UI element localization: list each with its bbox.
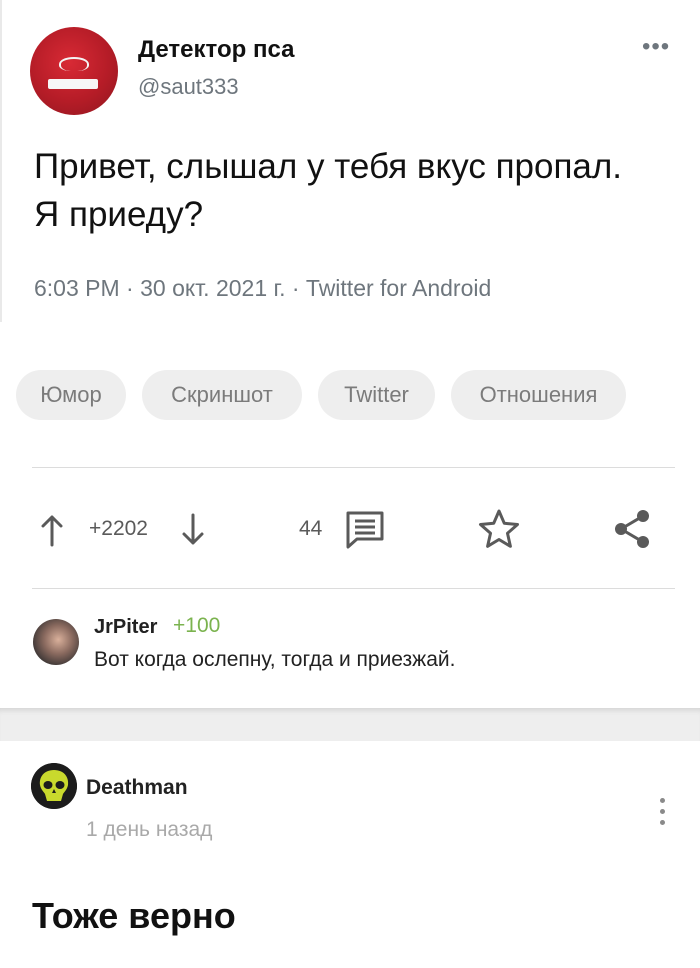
divider <box>32 467 675 468</box>
avatar[interactable] <box>33 619 79 665</box>
tag-relationships[interactable]: Отношения <box>451 370 626 420</box>
more-vertical-icon[interactable] <box>656 798 672 831</box>
post-author[interactable]: Deathman <box>86 776 188 800</box>
tweet-edge <box>0 0 2 322</box>
comments-count: 44 <box>299 517 323 540</box>
comment-icon[interactable] <box>345 510 385 550</box>
tweet-meta: 6:03 PM · 30 окт. 2021 г. · Twitter for … <box>34 275 492 301</box>
tag-twitter[interactable]: Twitter <box>318 370 435 420</box>
star-icon[interactable] <box>478 508 520 550</box>
post-rating: +2202 <box>89 517 148 540</box>
tweet-screenshot: Детектор пса @saut333 ••• Привет, слышал… <box>0 0 700 322</box>
comment-rating: +100 <box>173 614 221 637</box>
skull-avatar-icon[interactable] <box>31 763 77 809</box>
divider <box>32 588 675 589</box>
arrow-down-icon[interactable] <box>181 513 205 547</box>
tweet-avatar <box>30 27 118 115</box>
tweet-more-icon: ••• <box>642 33 671 60</box>
tweet-text: Привет, слышал у тебя вкус пропал. Я при… <box>34 147 623 234</box>
puma-logo-icon <box>59 57 89 71</box>
tag-screenshot[interactable]: Скриншот <box>142 370 302 420</box>
tag-humor[interactable]: Юмор <box>16 370 126 420</box>
share-icon[interactable] <box>612 508 652 550</box>
post-time: 1 день назад <box>86 818 213 841</box>
post-separator <box>0 708 700 741</box>
tweet-handle: @saut333 <box>138 74 239 99</box>
tweet-display-name: Детектор пса <box>138 36 295 63</box>
comment-text: Вот когда ослепну, тогда и приезжай. <box>94 648 456 671</box>
comment-author[interactable]: JrPiter <box>94 616 157 639</box>
post-title[interactable]: Тоже верно <box>32 895 236 937</box>
arrow-up-icon[interactable] <box>40 513 64 547</box>
shirt-stripe <box>48 79 98 89</box>
